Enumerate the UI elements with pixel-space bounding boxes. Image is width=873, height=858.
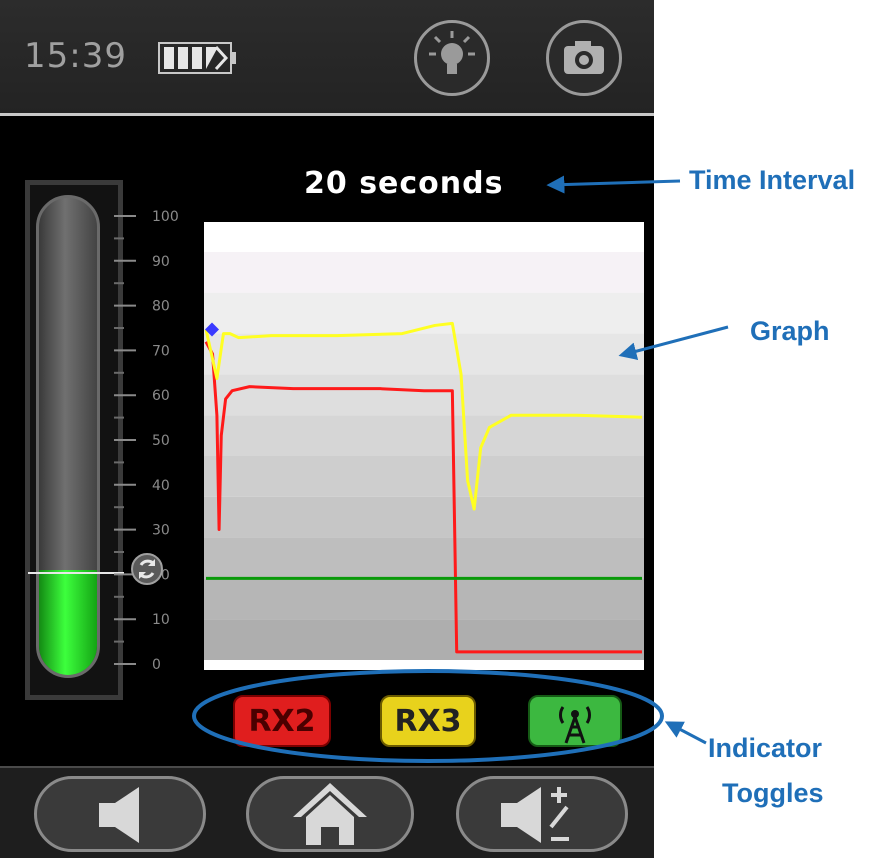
meter-scale-label: 90: [152, 254, 170, 270]
annotation-toggles: Toggles: [722, 778, 824, 808]
speaker-icon: [99, 787, 139, 843]
graph-band: [204, 456, 644, 497]
mute-button[interactable]: [34, 776, 206, 852]
meter-scale-label: 80: [152, 299, 170, 315]
meter-scale-label: 0: [152, 657, 161, 673]
meter-scale-label: 30: [152, 523, 170, 539]
volume-adjust-button[interactable]: [456, 776, 628, 852]
meter-scale: 1009080706050403020100: [114, 209, 179, 673]
volume-adjust-icon: [501, 787, 569, 843]
meter-scale-label: 50: [152, 433, 170, 449]
device-screen: 15:39 100 90 80 70 60 50 40 30 10 0 20 s…: [0, 0, 654, 858]
time-interval-label: 20 seconds: [304, 166, 504, 201]
signal-toggle[interactable]: [528, 695, 622, 747]
meter-scale-label: 10: [152, 612, 170, 628]
camera-icon: [564, 41, 604, 74]
battery-icon: [158, 42, 236, 74]
rx3-toggle[interactable]: RX3: [380, 695, 476, 747]
antenna-icon: [558, 706, 592, 744]
graph-band: [204, 578, 644, 620]
graph-band: [204, 252, 644, 293]
annotation-time-interval: Time Interval: [689, 165, 856, 195]
light-button[interactable]: [414, 20, 490, 96]
camera-button[interactable]: [546, 20, 622, 96]
rx2-toggle-label: RX2: [248, 704, 316, 739]
rx2-toggle[interactable]: RX2: [233, 695, 331, 747]
level-meter: [36, 195, 100, 678]
home-button[interactable]: [246, 776, 414, 852]
annotation-graph: Graph: [750, 316, 830, 346]
lightbulb-icon: [429, 31, 475, 74]
clock-text: 15:39: [24, 36, 127, 76]
reset-button[interactable]: [131, 553, 163, 585]
meter-scale-label: 70: [152, 343, 170, 359]
graph-band: [204, 619, 644, 660]
graph-band: [204, 333, 644, 375]
home-icon: [293, 783, 367, 845]
graph-band: [204, 537, 644, 579]
graph-band: [204, 496, 644, 538]
rx3-toggle-label: RX3: [394, 704, 462, 739]
annotation-indicator: Indicator: [708, 733, 823, 763]
graph-band: [204, 415, 644, 456]
refresh-icon: [138, 559, 156, 579]
meter-scale-label: 40: [152, 478, 170, 494]
graph-band: [204, 374, 644, 416]
status-bar: 15:39: [0, 0, 654, 116]
meter-scale-label: 100: [152, 209, 179, 225]
meter-scale-label: 60: [152, 388, 170, 404]
meter-fill: [39, 570, 97, 675]
signal-graph: [204, 222, 644, 670]
